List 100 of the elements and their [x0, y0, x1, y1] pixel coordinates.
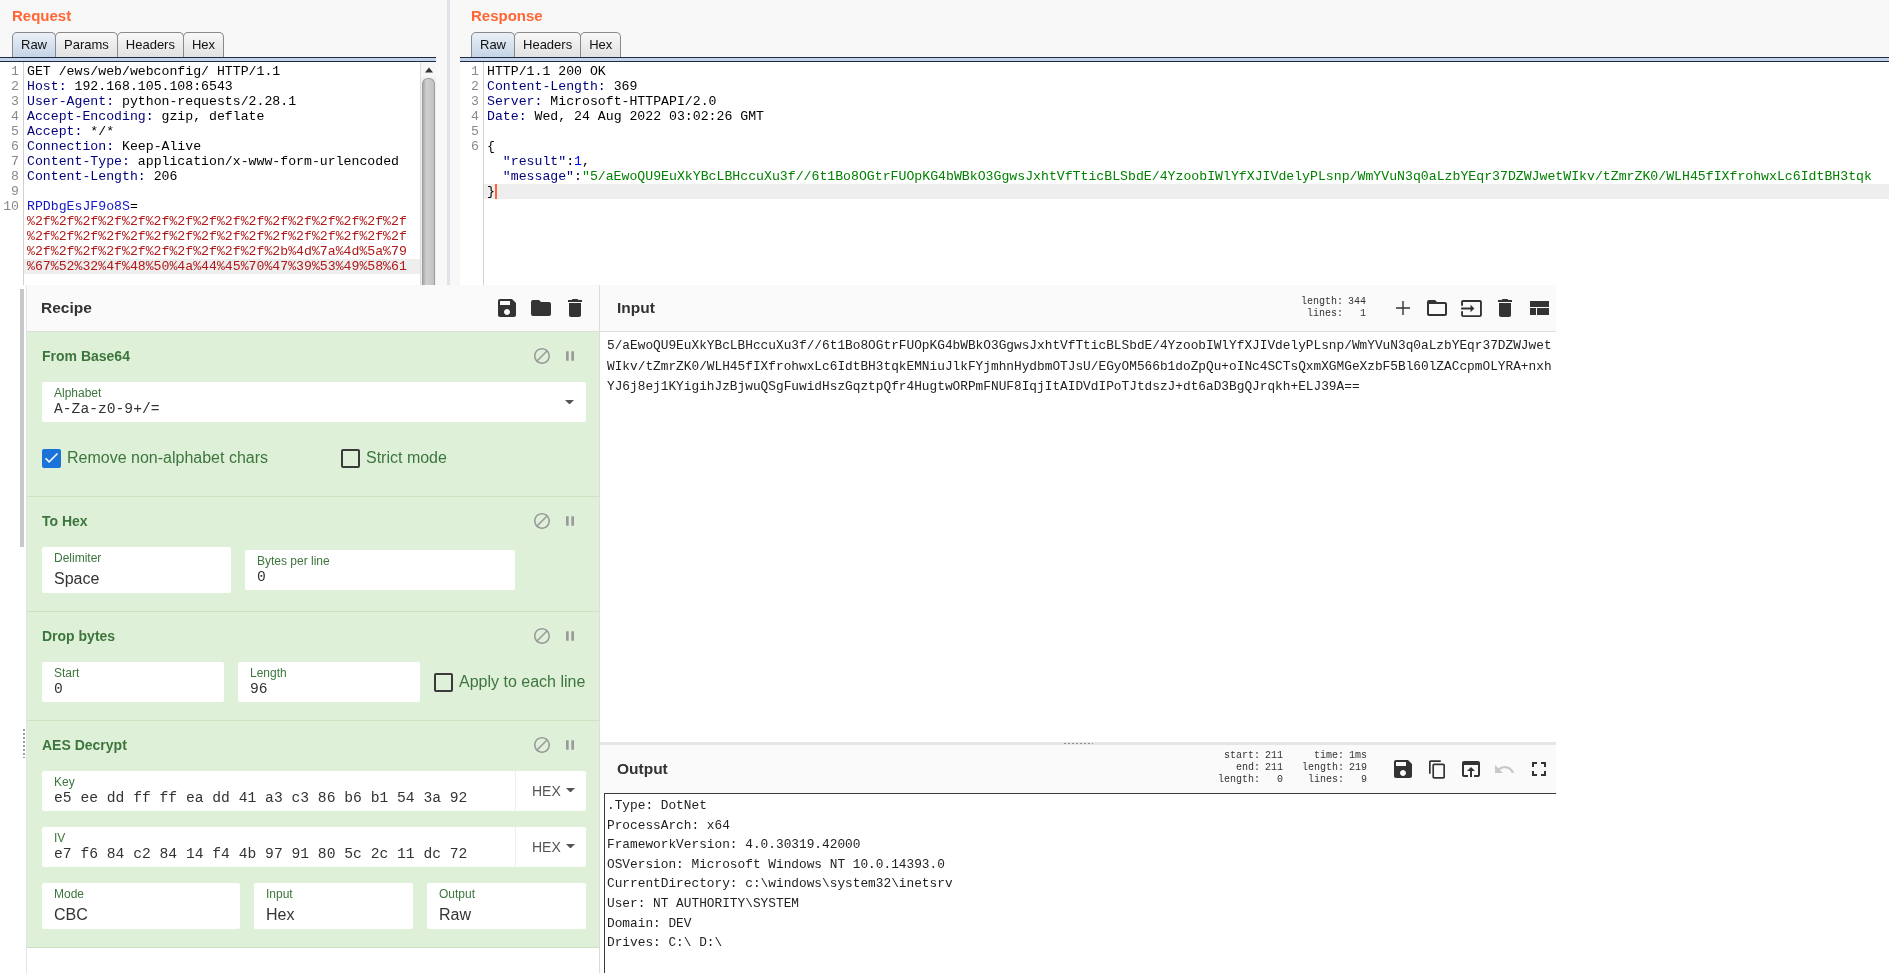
code-line: HTTP/1.1 200 OK [487, 64, 606, 79]
checkbox-label[interactable]: Remove non-alphabet chars [67, 449, 268, 467]
output-line: .Type: DotNet [607, 797, 707, 815]
number-field[interactable]: Bytes per line 0 [245, 550, 515, 590]
save-icon[interactable] [1394, 760, 1412, 778]
panel-title: Response [471, 7, 543, 25]
stat-label: length: [1300, 296, 1343, 308]
code-line: Host: 192.168.105.108:6543 [27, 79, 233, 94]
line-number: 1 [11, 64, 19, 79]
tab[interactable]: Headers [116, 32, 184, 57]
folder-icon[interactable] [531, 300, 551, 316]
tab[interactable]: Headers [514, 32, 582, 57]
code-line: Connection: Keep-Alive [27, 139, 202, 154]
line-number: 1 [471, 64, 479, 79]
stat-label: lines: [1306, 773, 1344, 786]
format-dropdown[interactable]: HEX [515, 771, 586, 811]
code-line: Content-Length: 369 [487, 79, 638, 94]
code-line: Accept: */* [27, 124, 115, 139]
code-line: %2f%2f%2f%2f%2f%2f%2f%2f%2f%2f%2b%4d%7a%4d%5a%79 [27, 244, 407, 259]
tab[interactable]: Raw [12, 32, 56, 57]
dropdown-field[interactable]: Alphabet A-Za-z0-9+/= [42, 382, 586, 422]
fullscreen-icon[interactable] [1532, 762, 1546, 776]
plus-icon[interactable] [1396, 301, 1410, 315]
arrow-into-box-icon[interactable] [1460, 299, 1482, 317]
scrollbar-thumb[interactable] [20, 289, 24, 547]
stat-label: start: [1222, 749, 1260, 762]
output-line: OSVersion: Microsoft Windows NT 10.0.14393.0 [607, 855, 945, 874]
number-field[interactable]: Length 96 [238, 662, 420, 702]
stat-value: 0 [1275, 773, 1283, 786]
stat-value: 211 [1264, 749, 1283, 762]
output-line: User: NT AUTHORITY\SYSTEM [607, 894, 799, 913]
text-field[interactable]: Key e5 ee dd ff ff ea dd 41 a3 c3 86 b6 b1 54 3a 92 [42, 771, 515, 811]
code-line: %67%52%32%4f%48%50%4a%44%45%70%47%39%53%49%58%61 [27, 259, 407, 274]
scrollbar[interactable] [420, 62, 436, 285]
resize-handle-icon[interactable] [23, 728, 25, 758]
dropdown-field[interactable]: Input Hex [254, 883, 413, 929]
operation-title: AES Decrypt [42, 737, 127, 753]
output-line: Drives: C:\ D:\ [607, 934, 723, 953]
tab[interactable]: Params [55, 32, 118, 57]
arrow-out-of-box-icon[interactable] [1462, 761, 1480, 777]
line-number: 9 [11, 184, 19, 199]
number-field[interactable]: Start 0 [42, 662, 224, 702]
format-dropdown[interactable]: HEX [515, 827, 586, 867]
checkbox-label[interactable]: Strict mode [366, 449, 447, 467]
caret-icon[interactable] [565, 399, 574, 405]
operation-title: From Base64 [42, 348, 130, 364]
stat-label: time: [1312, 749, 1344, 762]
line-number: 6 [11, 139, 19, 154]
line-number: 4 [11, 109, 19, 124]
checkbox[interactable] [42, 448, 61, 468]
scroll-up-button[interactable] [421, 62, 436, 77]
line-number: 2 [11, 79, 19, 94]
output-area[interactable] [604, 793, 1556, 973]
scrollbar-thumb[interactable] [422, 78, 435, 285]
save-icon[interactable] [498, 299, 516, 317]
line-number: 4 [471, 109, 479, 124]
code-line: { [487, 139, 495, 154]
output-line: ProcessArch: x64 [607, 816, 730, 835]
code-line: } [487, 184, 495, 199]
stat-value: 1 [1359, 308, 1366, 320]
folder-icon[interactable] [1427, 300, 1447, 316]
code-line: Content-Length: 206 [27, 169, 178, 184]
stat-value: 211 [1264, 761, 1283, 774]
tab[interactable]: Hex [580, 32, 622, 57]
code-line: Accept-Encoding: gzip, deflate [27, 109, 265, 124]
code-line: Content-Type: application/x-www-form-urlencoded [27, 154, 399, 169]
code-line: GET /ews/web/webconfig/ HTTP/1.1 [27, 64, 281, 79]
copy-icon[interactable] [1429, 759, 1445, 779]
output-line: FrameworkVersion: 4.0.30319.42000 [607, 836, 861, 855]
checkbox[interactable] [341, 448, 360, 468]
code-line: "result":1, [502, 154, 590, 169]
dropdown-field[interactable]: Mode CBC [42, 883, 240, 929]
output-line: CurrentDirectory: c:\windows\system32\inetsrv [607, 875, 953, 894]
stat-value: 1ms [1349, 749, 1367, 762]
line-number: 7 [11, 154, 19, 169]
code-line: Date: Wed, 24 Aug 2022 03:02:26 GMT [487, 109, 764, 124]
line-number: 6 [471, 139, 479, 154]
line-number: 2 [471, 79, 479, 94]
line-number: 5 [471, 124, 479, 139]
checkbox-label[interactable]: Apply to each line [459, 673, 586, 691]
dropdown-field[interactable]: Delimiter Space [42, 547, 231, 593]
operation-title: To Hex [42, 513, 88, 529]
checkmark-icon [45, 453, 58, 463]
line-number: 10 [3, 199, 19, 214]
checkbox[interactable] [434, 672, 453, 692]
stat-value: 344 [1348, 296, 1366, 308]
tab[interactable]: Raw [471, 32, 515, 57]
operation-title: Drop bytes [42, 628, 116, 644]
tab[interactable]: Hex [182, 32, 225, 57]
resize-handle-icon[interactable] [1063, 742, 1093, 745]
trash-icon[interactable] [568, 299, 582, 317]
stat-value: 219 [1349, 761, 1367, 774]
line-number: 8 [11, 169, 19, 184]
code-line: %2f%2f%2f%2f%2f%2f%2f%2f%2f%2f%2f%2f%2f%2f%2f%2f [27, 229, 407, 244]
dropdown-field[interactable]: Output Raw [427, 883, 586, 929]
trash-icon[interactable] [1498, 299, 1512, 317]
panel-title: Request [12, 7, 72, 25]
text-field[interactable]: IV e7 f6 84 c2 84 14 f4 4b 97 91 80 5c 2c 11 dc 72 [42, 827, 515, 867]
code-line: "message":"5/aEwoQU9EuXkYBcLBHccuXu3f//6t1Bo8OGtrFUOpKG4bWBkO3GgwsJxhtVfTticBLSbdE/4YzoobIWlYfXJIVdelyPLsnp/WmYVuN3q0aLzbYEqr37DZWJwetWIkv/tZmrZK0/WLH45fIXfrohwxLc6IdtBH3tqk [502, 169, 1872, 184]
layout-icon[interactable] [1529, 301, 1549, 315]
